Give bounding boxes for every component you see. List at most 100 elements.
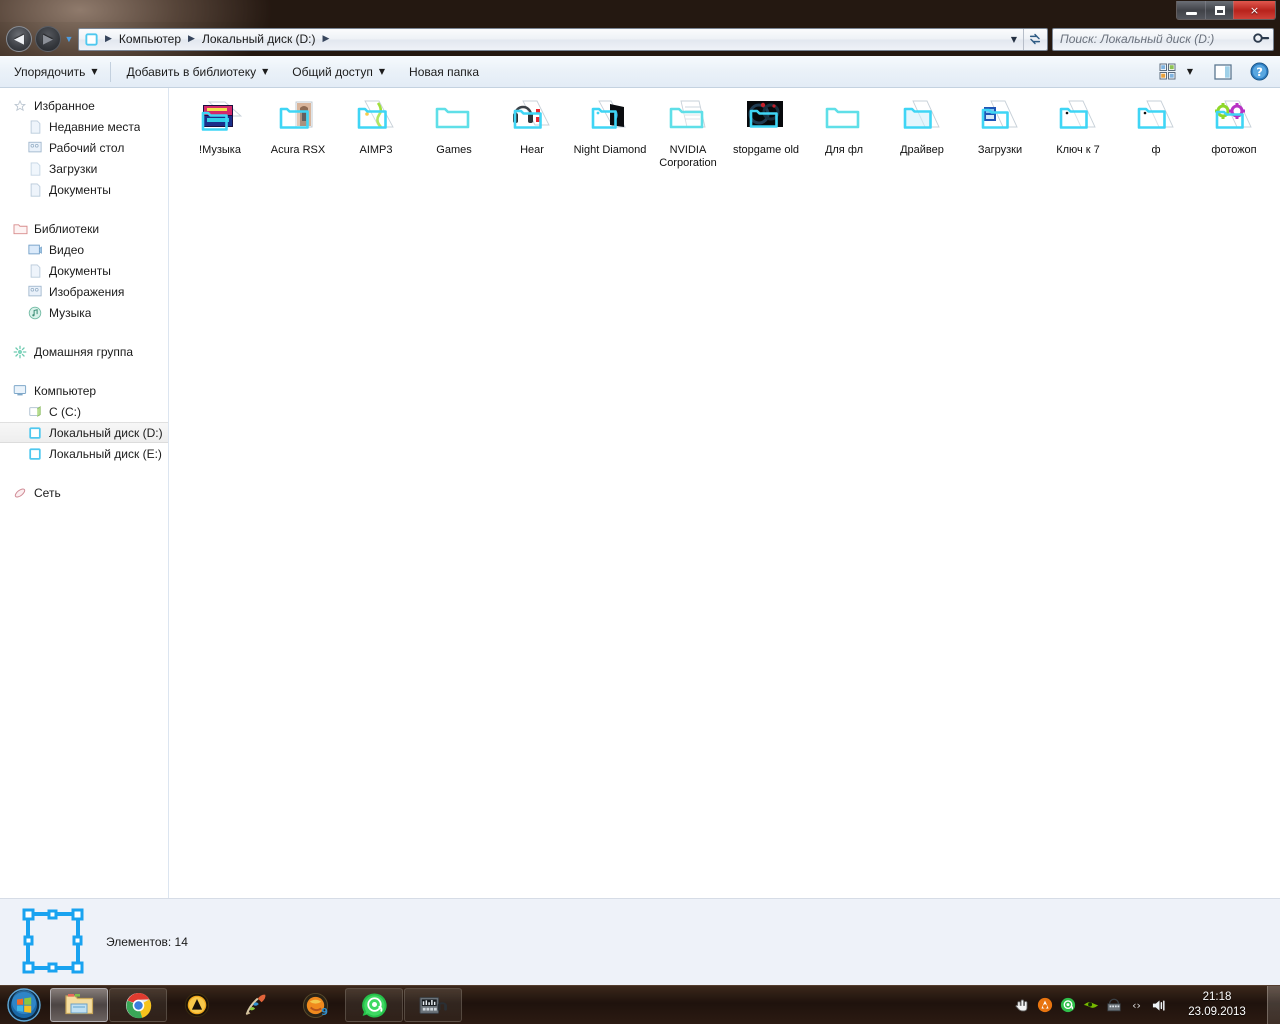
sidebar-item-downloads[interactable]: Загрузки xyxy=(0,158,168,179)
title-bar[interactable]: × xyxy=(0,0,1280,22)
history-dropdown-button[interactable]: ▼ xyxy=(62,22,76,56)
search-input[interactable] xyxy=(1060,32,1254,46)
clock[interactable]: 21:18 23.09.2013 xyxy=(1171,990,1263,1020)
sidebar-item-documents-lib[interactable]: Документы xyxy=(0,260,168,281)
file-item[interactable]: Games xyxy=(415,96,493,172)
tray-nvidia-icon[interactable] xyxy=(1079,986,1102,1024)
sidebar-item-videos[interactable]: Видео xyxy=(0,239,168,260)
nav-group-favorites: Избранное Недавние места Рабочий стол За… xyxy=(0,95,168,200)
sidebar-item-network[interactable]: Сеть xyxy=(0,482,168,503)
file-item[interactable]: NVIDIA Corporation xyxy=(649,96,727,172)
maximize-icon xyxy=(1214,6,1225,15)
close-button[interactable]: × xyxy=(1233,1,1275,19)
folder-with-documents-icon xyxy=(663,99,713,141)
folder-light-icon xyxy=(897,99,947,141)
file-item[interactable]: !Музыка xyxy=(181,96,259,172)
explorer-taskbar-button[interactable] xyxy=(50,988,108,1022)
address-bar-controls: ▼ xyxy=(1005,28,1045,50)
sidebar-label: Библиотеки xyxy=(34,221,100,236)
file-item[interactable]: Acura RSX xyxy=(259,96,337,172)
recent-places-icon xyxy=(27,119,43,135)
back-button[interactable]: ◀ xyxy=(6,26,32,52)
view-dropdown-button[interactable]: ▼ xyxy=(1182,60,1198,84)
tray-app-icon[interactable] xyxy=(1102,986,1125,1024)
file-item[interactable]: Night Diamond xyxy=(571,96,649,172)
sidebar-item-drive-d[interactable]: Локальный диск (D:) xyxy=(0,422,168,443)
organize-button[interactable]: Упорядочить ▼ xyxy=(4,60,108,84)
search-icon[interactable] xyxy=(1249,27,1273,51)
file-item[interactable]: AIMP3 xyxy=(337,96,415,172)
start-button[interactable] xyxy=(0,986,48,1024)
sidebar-item-computer[interactable]: Компьютер xyxy=(0,380,168,401)
preview-pane-button[interactable] xyxy=(1210,60,1236,84)
file-item[interactable]: Ключ к 7 xyxy=(1039,96,1117,172)
breadcrumb-separator-1[interactable]: ▶ xyxy=(185,34,198,44)
pictures-library-icon xyxy=(27,284,43,300)
search-box[interactable] xyxy=(1052,27,1274,51)
file-item[interactable]: Hear xyxy=(493,96,571,172)
sidebar-item-music[interactable]: Музыка xyxy=(0,302,168,323)
sidebar-item-recent-places[interactable]: Недавние места xyxy=(0,116,168,137)
file-item[interactable]: stopgame old xyxy=(727,96,805,172)
tray-icq-icon[interactable] xyxy=(1056,986,1079,1024)
forward-button[interactable]: ▶ xyxy=(35,26,61,52)
sidebar-item-documents-fav[interactable]: Документы xyxy=(0,179,168,200)
icq-taskbar-button[interactable] xyxy=(345,988,403,1022)
audio-taskbar-button[interactable] xyxy=(404,988,462,1022)
sidebar-item-favorites[interactable]: Избранное xyxy=(0,95,168,116)
video-library-icon xyxy=(27,242,43,258)
aimp-taskbar-button[interactable] xyxy=(168,988,226,1022)
sidebar-item-desktop[interactable]: Рабочий стол xyxy=(0,137,168,158)
file-item[interactable]: Загрузки xyxy=(961,96,1039,172)
address-dropdown-button[interactable]: ▼ xyxy=(1005,29,1023,50)
address-bar[interactable]: ▶ Компьютер ▶ Локальный диск (D:) ▶ ▼ xyxy=(78,27,1048,51)
flstudio-taskbar-button[interactable]: 9 xyxy=(286,988,344,1022)
paint-taskbar-button[interactable] xyxy=(227,988,285,1022)
add-to-library-button[interactable]: Добавить в библиотеку ▼ xyxy=(117,60,279,84)
file-list-pane[interactable]: !Музыка Acura RSX AIMP3 Games Hear Night… xyxy=(169,88,1280,898)
refresh-button[interactable] xyxy=(1023,28,1045,50)
downloads-icon xyxy=(27,161,43,177)
navigation-pane[interactable]: Избранное Недавние места Рабочий стол За… xyxy=(0,88,169,898)
sidebar-item-drive-e[interactable]: Локальный диск (E:) xyxy=(0,443,168,464)
breadcrumb-separator-2[interactable]: ▶ xyxy=(320,34,333,44)
help-button[interactable]: ? xyxy=(1246,60,1272,84)
main-content-area: Избранное Недавние места Рабочий стол За… xyxy=(0,88,1280,898)
file-name: Для фл xyxy=(824,144,864,156)
tray-hand-icon[interactable] xyxy=(1010,986,1033,1024)
breadcrumb-item-drive-d[interactable]: Локальный диск (D:) xyxy=(198,30,320,48)
nav-group-computer: Компьютер C (C:) Локальный диск (D:) Лок… xyxy=(0,380,168,464)
system-tray: ‹› 21:18 23.09.2013 xyxy=(1010,986,1267,1024)
drive-icon xyxy=(83,31,99,47)
file-item[interactable]: ф xyxy=(1117,96,1195,172)
new-folder-button[interactable]: Новая папка xyxy=(399,60,489,84)
sidebar-label: Домашняя группа xyxy=(34,344,134,359)
sidebar-item-drive-c[interactable]: C (C:) xyxy=(0,401,168,422)
folder-light-icon xyxy=(1053,99,1103,141)
file-item[interactable]: фотожоп xyxy=(1195,96,1273,172)
aimp-icon xyxy=(184,992,210,1018)
sidebar-label: Сеть xyxy=(34,485,61,500)
chevron-down-icon: ▼ xyxy=(1010,34,1018,44)
file-name: AIMP3 xyxy=(359,144,393,156)
icq-icon xyxy=(361,992,387,1018)
chrome-taskbar-button[interactable] xyxy=(109,988,167,1022)
share-button[interactable]: Общий доступ ▼ xyxy=(282,60,395,84)
help-icon: ? xyxy=(1249,62,1269,81)
show-desktop-button[interactable] xyxy=(1267,986,1280,1024)
sidebar-item-homegroup[interactable]: Домашняя группа xyxy=(0,341,168,362)
file-item[interactable]: Для фл xyxy=(805,96,883,172)
tray-expand-icon[interactable]: ‹› xyxy=(1125,986,1148,1024)
tray-volume-icon[interactable] xyxy=(1148,986,1171,1024)
breadcrumb-item-computer[interactable]: Компьютер xyxy=(115,30,185,48)
minimize-button[interactable] xyxy=(1177,1,1205,19)
sidebar-item-libraries[interactable]: Библиотеки xyxy=(0,218,168,239)
sidebar-label: Документы xyxy=(49,182,111,197)
file-item[interactable]: Драйвер xyxy=(883,96,961,172)
maximize-button[interactable] xyxy=(1205,1,1233,19)
sidebar-item-pictures[interactable]: Изображения xyxy=(0,281,168,302)
view-options-button[interactable] xyxy=(1154,60,1180,84)
tray-aimp-icon[interactable] xyxy=(1033,986,1056,1024)
chevron-down-icon: ▼ xyxy=(1186,67,1194,76)
